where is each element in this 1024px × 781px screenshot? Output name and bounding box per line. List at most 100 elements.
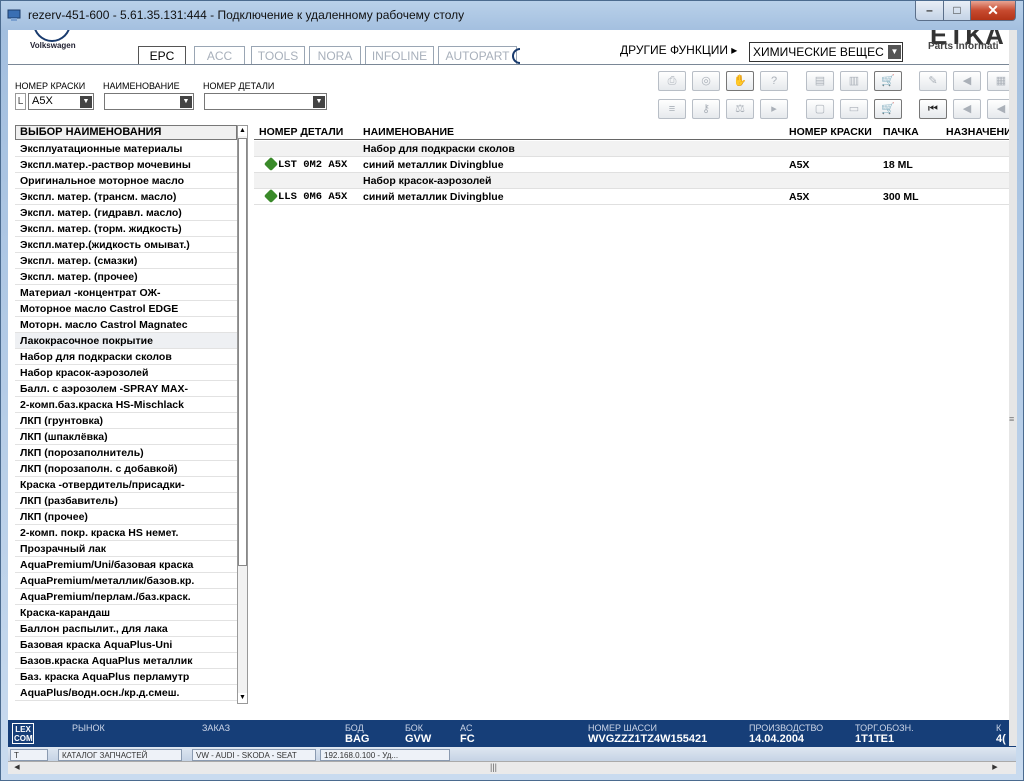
part-number-cell[interactable]: LST 0M2 A5X: [263, 157, 348, 173]
list-item[interactable]: ЛКП (прочее): [15, 509, 237, 525]
scroll-down-icon[interactable]: ▼: [238, 693, 247, 703]
list-item[interactable]: Базов.краска AquaPlus металлик: [15, 653, 237, 669]
print-icon[interactable]: ⎙: [658, 71, 686, 91]
list-item[interactable]: Краска-карандаш: [15, 605, 237, 621]
list-item[interactable]: AquaPremium/Uni/базовая краска: [15, 557, 237, 573]
list-item[interactable]: ЛКП (грунтовка): [15, 413, 237, 429]
other-functions-menu[interactable]: ДРУГИЕ ФУНКЦИИ ▸: [620, 43, 737, 57]
tab-acc[interactable]: ACC: [194, 46, 245, 65]
document-icon[interactable]: ▭: [840, 99, 868, 119]
list-item[interactable]: Экспл. матер. (торм. жидкость): [15, 221, 237, 237]
list-item[interactable]: Экспл. матер. (гидравл. масло): [15, 205, 237, 221]
scroll-up-icon[interactable]: ▲: [238, 126, 247, 136]
list-item[interactable]: Экспл. матер. (трансм. масло): [15, 189, 237, 205]
tab-epc[interactable]: EPC: [138, 46, 186, 65]
chevron-down-icon[interactable]: ▼: [888, 45, 901, 59]
list-item[interactable]: Набор для подкраски сколов: [15, 349, 237, 365]
list-item[interactable]: AquaPremium/металлик/базов.кр.: [15, 573, 237, 589]
start-button[interactable]: T: [10, 749, 48, 761]
list-item[interactable]: ЛКП (разбавитель): [15, 493, 237, 509]
scale-icon[interactable]: ⚖: [726, 99, 754, 119]
handshake-icon[interactable]: ✋: [726, 71, 754, 91]
first-page-icon[interactable]: ⏮: [919, 99, 947, 119]
chevron-down-icon[interactable]: ▼: [80, 96, 92, 108]
chevron-down-icon[interactable]: ▼: [180, 96, 192, 108]
list-item[interactable]: Моторное масло Castrol EDGE: [15, 301, 237, 317]
list-item[interactable]: ЛКП (порозаполнитель): [15, 445, 237, 461]
pin-icon[interactable]: ✎: [919, 71, 947, 91]
prev-page-icon[interactable]: ◀: [953, 71, 981, 91]
scroll-grip-icon[interactable]: |||: [490, 762, 497, 772]
previous-icon[interactable]: ◀: [953, 99, 981, 119]
table-row[interactable]: LLS 0M6 A5X синий металлик Divingblue A5X 3…: [254, 189, 1016, 205]
list-item[interactable]: ЛКП (шпаклёвка): [15, 429, 237, 445]
search-icon[interactable]: ◎: [692, 71, 720, 91]
list-item[interactable]: 2-комп.баз.краска HS-Mischlack: [15, 397, 237, 413]
horizontal-scrollbar[interactable]: ◀ ||| ▶: [8, 761, 1016, 774]
taskbar-item-remote[interactable]: 192.168.0.100 - Уд...: [320, 749, 450, 761]
part-number-cell[interactable]: LLS 0M6 A5X: [263, 189, 347, 205]
category-select[interactable]: ХИМИЧЕСКИЕ ВЕЩЕС ▼: [749, 42, 903, 62]
col-part-number[interactable]: НОМЕР ДЕТАЛИ: [259, 125, 343, 140]
taskbar-item-catalog[interactable]: КАТАЛОГ ЗАПЧАСТЕЙ: [58, 749, 182, 761]
list-item[interactable]: Прозрачный лак: [15, 541, 237, 557]
list-item[interactable]: Лакокрасочное покрытие: [15, 333, 237, 349]
part-number-text: LST 0M2 A5X: [278, 159, 348, 171]
chevron-down-icon[interactable]: ▼: [313, 96, 325, 108]
col-pack[interactable]: ПАЧКА: [883, 125, 919, 140]
cart-add-icon[interactable]: 🛒: [874, 71, 902, 91]
list-icon[interactable]: ≡: [658, 99, 686, 119]
list-item[interactable]: AquaPremium/перлам./баз.краск.: [15, 589, 237, 605]
list-item[interactable]: Набор красок-аэрозолей: [15, 365, 237, 381]
list-item[interactable]: 2-комп. покр. краска HS немет.: [15, 525, 237, 541]
maximize-button[interactable]: □: [943, 1, 971, 21]
cart-icon[interactable]: 🛒: [874, 99, 902, 119]
part-number-select[interactable]: ▼: [204, 93, 327, 110]
help-icon[interactable]: ?: [760, 71, 788, 91]
list-item[interactable]: Экспл.матер.-раствор мочевины: [15, 157, 237, 173]
key-icon[interactable]: ⚷: [692, 99, 720, 119]
bod-label: БОД: [345, 723, 364, 733]
list-item[interactable]: Баллон распылит., для лака: [15, 621, 237, 637]
tab-infoline[interactable]: INFOLINE: [365, 46, 434, 65]
list-item[interactable]: Эксплуатационные материалы: [15, 141, 237, 157]
minimize-button[interactable]: –: [915, 1, 944, 21]
tab-nora[interactable]: NORA: [309, 46, 361, 65]
scroll-left-icon[interactable]: ◀: [10, 763, 24, 773]
list-item[interactable]: Баз. краска AquaPlus перламутр: [15, 669, 237, 685]
name-selection-list[interactable]: Эксплуатационные материалы Экспл.матер.-р…: [15, 141, 237, 704]
list-item[interactable]: AquaPlus/водн.осн./кр.д.смеш.: [15, 685, 237, 701]
list-scrollbar[interactable]: ▲ ▼: [237, 125, 248, 704]
col-name[interactable]: НАИМЕНОВАНИЕ: [363, 125, 454, 140]
tab-autopart[interactable]: AUTOPART: [438, 46, 517, 65]
list-item[interactable]: Базовая краска AquaPlus-Uni: [15, 637, 237, 653]
list-item[interactable]: Оригинальное моторное масло: [15, 173, 237, 189]
list-item[interactable]: Моторн. масло Castrol Magnatec: [15, 317, 237, 333]
table-group-row[interactable]: Набор красок-аэрозолей: [254, 173, 1016, 189]
vertical-scrollbar[interactable]: ≡: [1009, 30, 1017, 746]
list-item[interactable]: ЛКП (порозаполн. с добавкой): [15, 461, 237, 477]
compare-icon[interactable]: ▢: [806, 99, 834, 119]
close-button[interactable]: ✕: [970, 1, 1016, 21]
list-item[interactable]: Экспл. матер. (прочее): [15, 269, 237, 285]
table-row[interactable]: LST 0M2 A5X синий металлик Divingblue A5X 1…: [254, 157, 1016, 173]
list-item[interactable]: Экспл.матер.(жидкость омыват.): [15, 237, 237, 253]
table-group-row[interactable]: Набор для подкраски сколов: [254, 141, 1016, 157]
scroll-right-icon[interactable]: ▶: [988, 763, 1002, 773]
name-select[interactable]: ▼: [104, 93, 194, 110]
forward-icon[interactable]: ▸: [760, 99, 788, 119]
list-item[interactable]: Краска -отвердитель/присадки-: [15, 477, 237, 493]
taskbar-item-vw[interactable]: VW - AUDI - SKODA - SEAT: [192, 749, 316, 761]
paint-number-select[interactable]: A5X ▼: [28, 93, 94, 110]
list-item[interactable]: Балл. с аэрозолем -SPRAY MAX-: [15, 381, 237, 397]
list-item[interactable]: Материал -концентрат ОЖ-: [15, 285, 237, 301]
col-paint-number[interactable]: НОМЕР КРАСКИ: [789, 125, 872, 140]
depot-icon[interactable]: ▥: [840, 71, 868, 91]
elsa-icon[interactable]: ▤: [806, 71, 834, 91]
col-purpose[interactable]: НАЗНАЧЕНИ: [946, 125, 1012, 140]
scroll-grip-icon[interactable]: ≡: [1009, 414, 1014, 424]
tab-tools[interactable]: TOOLS: [251, 46, 305, 65]
list-item[interactable]: Экспл. матер. (смазки): [15, 253, 237, 269]
vehicle-status-bar: LEX COM РЫНОК ЗАКАЗ БОД BAG БОК GVW AC FC…: [8, 720, 1016, 747]
scroll-thumb[interactable]: [238, 138, 247, 566]
